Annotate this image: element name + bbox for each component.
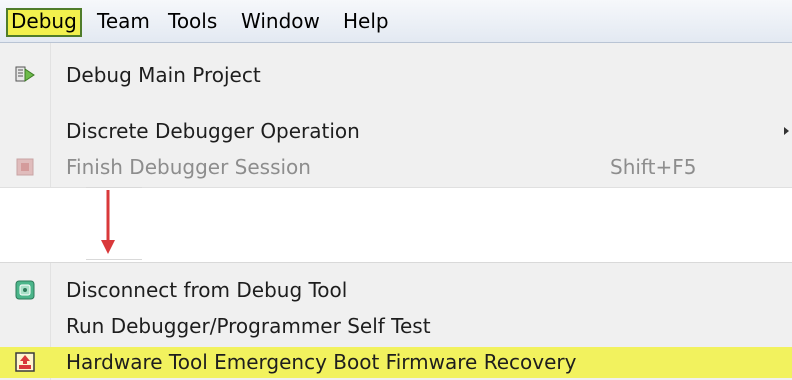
menu-item-label: Disconnect from Debug Tool: [66, 278, 348, 302]
menu-team[interactable]: Team: [97, 8, 150, 35]
finish-session-icon: [15, 157, 35, 177]
menu-bar: Debug Team Tools Window Help: [0, 0, 792, 43]
menu-item-finish-debugger-session: Finish Debugger Session Shift+F5: [0, 152, 792, 182]
menu-item-disconnect-from-debug-tool[interactable]: Disconnect from Debug Tool: [0, 275, 792, 305]
menu-item-label: Discrete Debugger Operation: [66, 119, 360, 143]
menu-item-emergency-boot-firmware-recovery[interactable]: Hardware Tool Emergency Boot Firmware Re…: [0, 347, 792, 378]
debug-menu-bottom: Disconnect from Debug Tool Run Debugger/…: [0, 262, 792, 380]
submenu-arrow-icon: [784, 127, 789, 135]
menu-item-discrete-debugger-operation[interactable]: Discrete Debugger Operation: [0, 116, 792, 146]
menu-item-label: Finish Debugger Session: [66, 155, 311, 179]
menu-debug[interactable]: Debug: [6, 8, 82, 37]
menu-item-debug-main-project[interactable]: Debug Main Project: [0, 60, 792, 90]
disconnect-icon: [15, 280, 35, 300]
menu-item-label: Run Debugger/Programmer Self Test: [66, 314, 431, 338]
debug-menu-top: Debug Main Project Discrete Debugger Ope…: [0, 43, 792, 188]
menu-window[interactable]: Window: [241, 8, 320, 35]
menu-help[interactable]: Help: [343, 8, 389, 35]
menu-tools[interactable]: Tools: [168, 8, 217, 35]
menu-item-label: Debug Main Project: [66, 63, 261, 87]
debug-main-project-icon: [15, 65, 35, 85]
menu-item-label: Hardware Tool Emergency Boot Firmware Re…: [66, 350, 577, 374]
menu-item-run-self-test[interactable]: Run Debugger/Programmer Self Test: [0, 311, 792, 341]
menu-item-shortcut: Shift+F5: [610, 155, 697, 179]
down-arrow-icon: [101, 190, 115, 254]
gap-divider-bottom: [86, 259, 142, 260]
firmware-recovery-icon: [15, 352, 35, 372]
